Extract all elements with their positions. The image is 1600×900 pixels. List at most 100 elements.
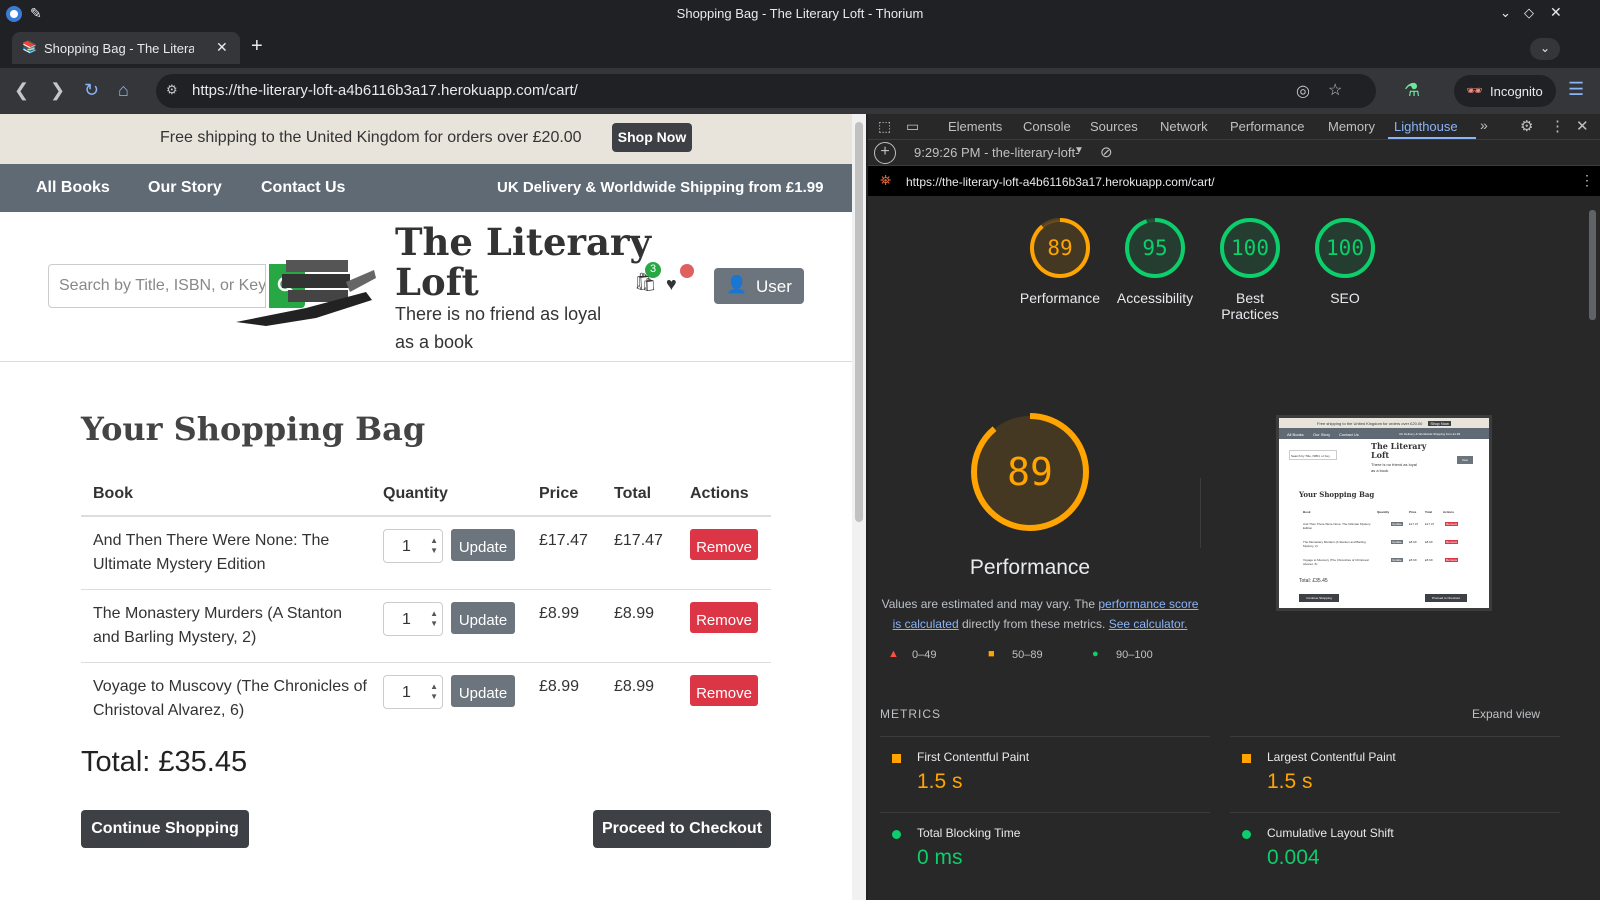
user-menu-button[interactable]: 👤 User (714, 268, 804, 304)
metric-value: 1.5 s (917, 770, 963, 793)
address-bar[interactable]: ⚙ https://the-literary-loft-a4b6116b3a17… (156, 74, 1376, 108)
brand-title[interactable]: The Literary Loft (395, 222, 651, 302)
continue-shopping-button[interactable]: Continue Shopping (81, 810, 249, 848)
update-button[interactable]: Update (451, 529, 515, 561)
browser-tab[interactable]: 📚 Shopping Bag - The Literary Loft ✕ (12, 32, 240, 64)
remove-button[interactable]: Remove (690, 601, 758, 633)
thumb-nav-delivery: UK Delivery & Worldwide Shipping from £1… (1399, 432, 1461, 436)
tab-search-icon[interactable]: ⌄ (1530, 38, 1560, 60)
tab-sources[interactable]: Sources (1090, 119, 1138, 134)
forward-icon[interactable]: ❯ (50, 80, 65, 100)
score-gauge-seo[interactable]: 100 (1313, 216, 1377, 280)
spinner-icon[interactable]: ▲ ▼ (430, 536, 438, 556)
nav-all-books[interactable]: All Books (36, 179, 110, 197)
close-devtools-icon[interactable]: ✕ (1576, 117, 1589, 135)
menu-icon[interactable]: ☰ (1568, 79, 1584, 99)
score-gauge-accessibility[interactable]: 95 (1123, 216, 1187, 280)
update-button[interactable]: Update (451, 674, 515, 707)
report-url[interactable]: https://the-literary-loft-a4b6116b3a17.h… (906, 175, 1215, 189)
total-cell: £8.99 (602, 589, 678, 663)
thumb-h-qty: Quantity (1377, 510, 1390, 514)
minimize-icon[interactable]: ⌄ (1500, 5, 1511, 21)
metric-status-icon (1242, 754, 1251, 763)
inspect-element-icon[interactable]: ⬚ (878, 118, 891, 135)
clear-icon[interactable]: ⊘ (1100, 143, 1113, 161)
reload-icon[interactable]: ↻ (84, 80, 99, 100)
tab-performance[interactable]: Performance (1230, 119, 1304, 134)
tab-console[interactable]: Console (1023, 119, 1071, 134)
tab-elements[interactable]: Elements (948, 119, 1002, 134)
maximize-icon[interactable]: ◇ (1524, 5, 1534, 21)
header-actions: Actions (678, 472, 771, 517)
nav-contact-us[interactable]: Contact Us (261, 179, 345, 197)
site-info-icon[interactable]: ⚙ (166, 82, 178, 98)
score-gauge-performance[interactable]: 89 (1028, 216, 1092, 280)
devtools-tabs: ⬚ ▭ Elements Console Sources Network Per… (868, 114, 1600, 140)
thumb-h-actions: Actions (1443, 510, 1455, 514)
quantity-stepper[interactable]: 1 ▲ ▼ (383, 674, 443, 709)
thumb-row3: Voyage to Muscovy (The Chronicles of Chr… (1303, 558, 1369, 566)
remove-button[interactable]: Remove (690, 674, 758, 706)
score-label: Best Practices (1221, 290, 1279, 322)
user-label: User (756, 277, 792, 296)
report-select[interactable]: 9:29:26 PM - the-literary-loft- (914, 145, 1079, 160)
page-scrollbar[interactable] (852, 114, 866, 900)
legend-pass: 90–100 (1116, 649, 1153, 661)
header-quantity: Quantity (371, 472, 527, 517)
bookmark-icon[interactable]: ☆ (1328, 80, 1342, 100)
devtools-scrollbar-thumb[interactable] (1589, 210, 1596, 320)
tab-memory[interactable]: Memory (1328, 119, 1375, 134)
device-toggle-icon[interactable]: ▭ (906, 118, 919, 135)
score-gauge-best-practices[interactable]: 100 (1218, 216, 1282, 280)
proceed-to-checkout-button[interactable]: Proceed to Checkout (593, 810, 771, 848)
report-menu-icon[interactable]: ⋮ (1580, 172, 1594, 189)
shipping-message: Free shipping to the United Kingdom for … (160, 129, 582, 146)
score-label: Performance (1019, 290, 1101, 306)
brand-line1: The Literary (395, 220, 652, 264)
new-tab-button[interactable]: + (251, 35, 263, 58)
tab-network[interactable]: Network (1160, 119, 1208, 134)
wishlist-heart-icon[interactable]: ♥ (666, 274, 677, 295)
more-options-icon[interactable]: ⋮ (1550, 117, 1565, 135)
brand-tagline: There is no friend as loyal as a book (395, 304, 602, 352)
thumb-tagline: There is no friend as loyal as a book (1371, 462, 1417, 473)
eye-off-icon[interactable]: ◎ (1296, 81, 1310, 101)
update-button[interactable]: Update (451, 601, 515, 634)
devtools-scrollbar[interactable] (1586, 200, 1598, 900)
metric-name: Largest Contentful Paint (1267, 750, 1396, 764)
lab-flask-icon[interactable]: ⚗ (1404, 80, 1420, 100)
page-screenshot-thumbnail[interactable]: Free shipping to the United Kingdom for … (1276, 415, 1492, 611)
thumb-title: Your Shopping Bag (1299, 490, 1375, 499)
big-gauge-score: 89 (1007, 450, 1053, 494)
see-calculator-link[interactable]: See calculator. (1109, 617, 1188, 631)
quantity-value: 1 (402, 683, 411, 701)
page-title: Your Shopping Bag (81, 410, 426, 448)
tab-lighthouse[interactable]: Lighthouse (1394, 119, 1458, 134)
tab-strip: 📚 Shopping Bag - The Literary Loft ✕ + ⌄ (0, 28, 1600, 68)
quantity-stepper[interactable]: 1 ▲ ▼ (383, 601, 443, 636)
close-tab-icon[interactable]: ✕ (216, 39, 228, 56)
spinner-icon[interactable]: ▲ ▼ (430, 609, 438, 629)
metrics-divider-right (1230, 736, 1560, 737)
gauge-score: 100 (1231, 236, 1269, 260)
table-row: Voyage to Muscovy (The Chronicles of Chr… (81, 662, 771, 735)
remove-button[interactable]: Remove (690, 529, 758, 560)
new-report-icon[interactable]: + (874, 142, 896, 164)
thumb-t3: £8.99 (1425, 558, 1433, 562)
book-title: The Monastery Murders (A Stanton and Bar… (81, 589, 371, 663)
close-window-icon[interactable]: ✕ (1550, 4, 1562, 21)
more-tabs-icon[interactable]: » (1480, 117, 1488, 133)
incognito-indicator[interactable]: 🕶 Incognito (1454, 75, 1556, 107)
url-text: https://the-literary-loft-a4b6116b3a17.h… (192, 82, 578, 99)
chevron-down-icon[interactable]: ▼ (1074, 145, 1084, 156)
scrollbar-thumb[interactable] (855, 122, 863, 522)
expand-view-link[interactable]: Expand view (1472, 707, 1540, 721)
shop-now-button[interactable]: Shop Now (612, 123, 692, 152)
back-icon[interactable]: ❮ (14, 80, 29, 100)
spinner-icon[interactable]: ▲ ▼ (430, 682, 438, 702)
quantity-stepper[interactable]: 1 ▲ ▼ (383, 529, 443, 563)
settings-gear-icon[interactable]: ⚙ (1520, 117, 1533, 135)
nav-our-story[interactable]: Our Story (148, 179, 222, 197)
thumb-p3: £8.99 (1409, 558, 1417, 562)
home-icon[interactable]: ⌂ (118, 80, 129, 100)
